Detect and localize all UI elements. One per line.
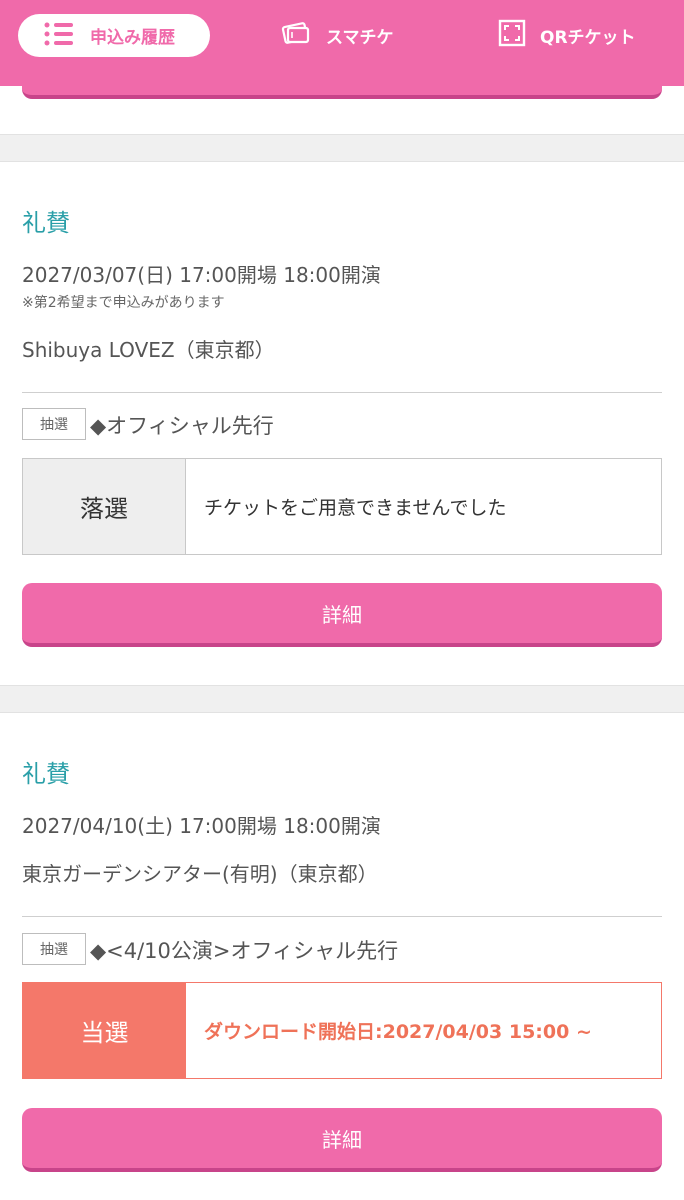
lottery-badge: 抽選: [22, 933, 86, 965]
event-datetime: 2027/04/10(土) 17:00開場 18:00開演: [22, 814, 381, 838]
tab-label: QRチケット: [540, 28, 636, 48]
lottery-badge: 抽選: [22, 408, 86, 440]
result-box: 落選 チケットをご用意できませんでした: [22, 458, 662, 555]
tab-smart-ticket[interactable]: スマチケ: [280, 14, 394, 57]
previous-detail-button[interactable]: [22, 76, 662, 99]
tab-label: 申込み履歴: [90, 28, 175, 48]
event-title: 礼賛: [22, 209, 70, 237]
detail-button[interactable]: 詳細: [22, 583, 662, 647]
result-status: 落選: [23, 459, 186, 554]
top-nav: 申込み履歴 スマチケ QRチケット: [0, 0, 684, 86]
sales-method: ◆<4/10公演>オフィシャル先行: [90, 939, 399, 963]
application-card: 礼賛 2027/03/07(日) 17:00開場 18:00開演 ※第2希望まで…: [0, 163, 684, 685]
divider: [22, 392, 662, 393]
tab-qr-ticket[interactable]: QRチケット: [498, 14, 636, 57]
tab-application-history[interactable]: 申込み履歴: [18, 14, 210, 57]
application-card: 礼賛 2027/04/10(土) 17:00開場 18:00開演 東京ガーデンシ…: [0, 714, 684, 1200]
list-icon: [44, 22, 74, 50]
detail-button[interactable]: 詳細: [22, 1108, 662, 1172]
section-separator: [0, 134, 684, 162]
event-venue: 東京ガーデンシアター(有明)（東京都）: [22, 862, 378, 886]
event-title: 礼賛: [22, 760, 70, 788]
application-note: ※第2希望まで申込みがあります: [22, 295, 225, 311]
result-message: ダウンロード開始日:2027/04/03 15:00 ~: [204, 1021, 592, 1043]
result-message: チケットをご用意できませんでした: [204, 497, 507, 519]
qr-scan-icon: [498, 19, 526, 52]
event-venue: Shibuya LOVEZ（東京都）: [22, 338, 275, 362]
section-separator: [0, 685, 684, 713]
result-status: 当選: [23, 983, 186, 1078]
tab-label: スマチケ: [326, 28, 394, 48]
event-datetime: 2027/03/07(日) 17:00開場 18:00開演: [22, 263, 381, 287]
divider: [22, 916, 662, 917]
result-box: 当選 ダウンロード開始日:2027/04/03 15:00 ~: [22, 982, 662, 1079]
ticket-icon: [280, 19, 312, 52]
sales-method: ◆オフィシャル先行: [90, 414, 274, 438]
